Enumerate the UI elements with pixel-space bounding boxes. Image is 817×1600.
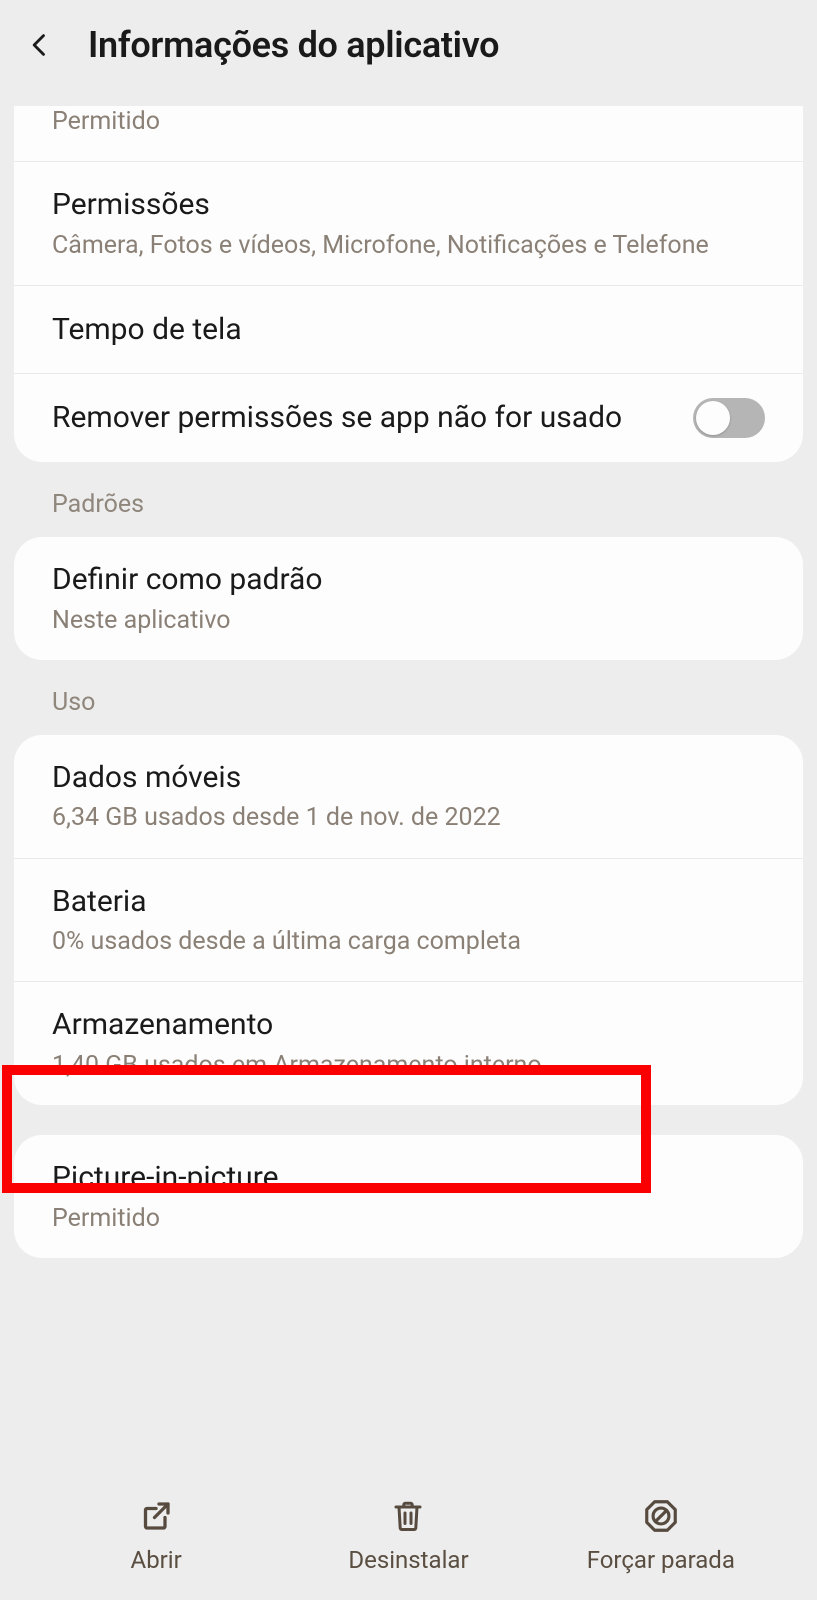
app-header: Informações do aplicativo (0, 0, 817, 94)
battery-title: Bateria (52, 883, 765, 921)
row-screen-time[interactable]: Tempo de tela (14, 285, 803, 373)
mobile-data-sub: 6,34 GB usados desde 1 de nov. de 2022 (52, 802, 765, 833)
row-pip[interactable]: Picture-in-picture Permitido (14, 1135, 803, 1258)
permissions-title: Permissões (52, 186, 765, 224)
pip-card: Picture-in-picture Permitido (14, 1135, 803, 1258)
clipped-sub: Permitido (52, 106, 765, 137)
defaults-card: Definir como padrão Neste aplicativo (14, 537, 803, 660)
section-usage-label: Uso (52, 688, 817, 717)
open-icon (136, 1496, 176, 1536)
row-mobile-data[interactable]: Dados móveis 6,34 GB usados desde 1 de n… (14, 735, 803, 858)
row-permissions[interactable]: Permissões Câmera, Fotos e vídeos, Micro… (14, 161, 803, 285)
privacy-card: Permitido Permissões Câmera, Fotos e víd… (14, 106, 803, 462)
set-default-title: Definir como padrão (52, 561, 765, 599)
bottom-action-bar: Abrir Desinstalar Forçar parada (0, 1470, 817, 1600)
row-set-default[interactable]: Definir como padrão Neste aplicativo (14, 537, 803, 660)
toggle-knob (696, 401, 730, 435)
chevron-left-icon (26, 25, 54, 65)
storage-title: Armazenamento (52, 1006, 765, 1044)
page-title: Informações do aplicativo (88, 24, 499, 66)
row-storage[interactable]: Armazenamento 1,40 GB usados em Armazena… (14, 981, 803, 1105)
storage-sub: 1,40 GB usados em Armazenamento interno (52, 1050, 765, 1081)
back-button[interactable] (20, 25, 60, 65)
uninstall-button[interactable]: Desinstalar (328, 1496, 488, 1574)
forbid-icon (641, 1496, 681, 1536)
screen-time-title: Tempo de tela (52, 311, 765, 349)
open-button[interactable]: Abrir (76, 1496, 236, 1574)
mobile-data-title: Dados móveis (52, 759, 765, 797)
trash-icon (388, 1496, 428, 1536)
remove-permissions-toggle[interactable] (693, 398, 765, 438)
section-defaults-label: Padrões (52, 490, 817, 519)
open-label: Abrir (131, 1546, 182, 1574)
content-scroll: Permitido Permissões Câmera, Fotos e víd… (0, 100, 817, 1470)
uninstall-label: Desinstalar (348, 1546, 468, 1574)
pip-title: Picture-in-picture (52, 1159, 765, 1197)
remove-permissions-title: Remover permissões se app não for usado (52, 399, 673, 437)
row-battery[interactable]: Bateria 0% usados desde a última carga c… (14, 858, 803, 982)
usage-card: Dados móveis 6,34 GB usados desde 1 de n… (14, 735, 803, 1105)
force-stop-label: Forçar parada (587, 1546, 735, 1574)
row-remove-permissions[interactable]: Remover permissões se app não for usado (14, 373, 803, 462)
force-stop-button[interactable]: Forçar parada (581, 1496, 741, 1574)
battery-sub: 0% usados desde a última carga completa (52, 926, 765, 957)
permissions-sub: Câmera, Fotos e vídeos, Microfone, Notif… (52, 230, 765, 261)
row-clipped[interactable]: Permitido (14, 106, 803, 161)
set-default-sub: Neste aplicativo (52, 605, 765, 636)
pip-sub: Permitido (52, 1203, 765, 1234)
